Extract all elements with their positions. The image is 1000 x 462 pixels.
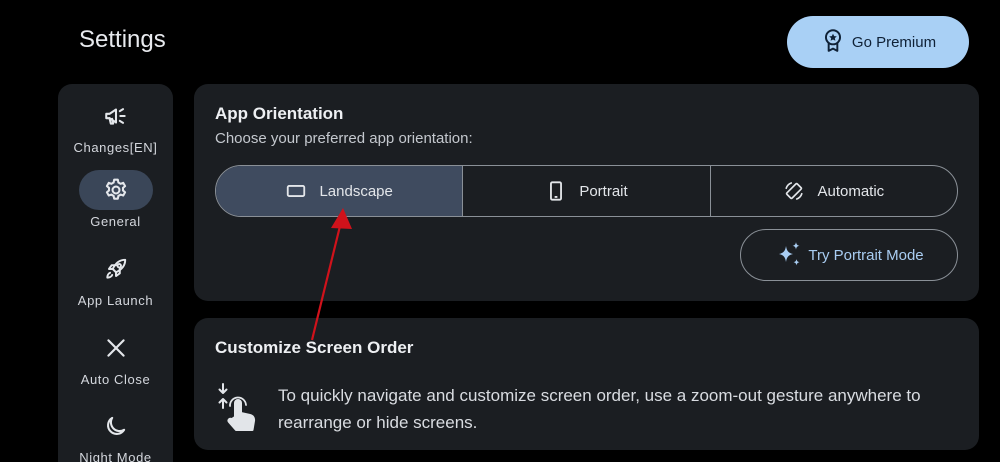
close-icon bbox=[106, 339, 125, 357]
sidebar-item-label: Changes[EN] bbox=[73, 140, 158, 155]
sidebar-item-auto-close[interactable]: Auto Close bbox=[58, 328, 173, 387]
sidebar-item-night-mode[interactable]: Night Mode bbox=[58, 406, 173, 462]
page-title: Settings bbox=[79, 26, 166, 53]
screen-order-description: To quickly navigate and customize screen… bbox=[278, 386, 921, 432]
sidebar-item-label: Auto Close bbox=[80, 372, 151, 387]
landscape-label: Landscape bbox=[319, 182, 393, 200]
sidebar: Changes[EN] General App Launch Auto Clos… bbox=[58, 84, 173, 462]
go-premium-button[interactable]: Go Premium bbox=[787, 16, 969, 68]
automatic-label: Automatic bbox=[817, 182, 885, 200]
sidebar-item-label: App Launch bbox=[77, 293, 154, 308]
landscape-icon bbox=[287, 185, 306, 197]
landscape-option[interactable]: Landscape bbox=[216, 166, 463, 216]
sidebar-item-changes[interactable]: Changes[EN] bbox=[58, 96, 173, 155]
sidebar-icon-wrap bbox=[79, 328, 153, 368]
gear-icon bbox=[105, 178, 126, 200]
sidebar-icon-wrap bbox=[79, 406, 153, 446]
settings-screen: Settings Go Premium Changes[EN] General … bbox=[0, 0, 1000, 462]
sidebar-icon-wrap bbox=[79, 249, 153, 289]
app-orientation-card: App Orientation Choose your preferred ap… bbox=[194, 84, 979, 301]
sidebar-item-app-launch[interactable]: App Launch bbox=[58, 249, 173, 308]
premium-badge-icon bbox=[820, 27, 846, 57]
portrait-icon bbox=[550, 181, 563, 201]
try-portrait-mode-button[interactable]: Try Portrait Mode bbox=[740, 229, 958, 281]
go-premium-label: Go Premium bbox=[851, 33, 937, 51]
customize-screen-order-title: Customize Screen Order bbox=[215, 338, 414, 357]
sparkle-icon bbox=[779, 242, 800, 266]
app-orientation-title: App Orientation bbox=[215, 104, 344, 123]
auto-rotate-icon bbox=[785, 182, 804, 200]
pinch-gesture-icon bbox=[218, 383, 256, 431]
orientation-segmented-control: Landscape Portrait Automatic bbox=[215, 165, 958, 217]
try-portrait-mode-label: Try Portrait Mode bbox=[808, 246, 924, 264]
portrait-label: Portrait bbox=[579, 182, 628, 200]
sidebar-icon-wrap bbox=[79, 96, 153, 136]
rocket-icon bbox=[105, 258, 126, 279]
sidebar-item-label: General bbox=[90, 214, 141, 229]
screen-order-info: To quickly navigate and customize screen… bbox=[214, 382, 978, 436]
sidebar-item-general[interactable]: General bbox=[58, 170, 173, 229]
portrait-option[interactable]: Portrait bbox=[462, 166, 709, 216]
megaphone-icon bbox=[104, 108, 126, 125]
moon-icon bbox=[106, 416, 125, 435]
app-orientation-subtitle: Choose your preferred app orientation: bbox=[215, 130, 473, 147]
sidebar-icon-wrap-active bbox=[78, 170, 153, 210]
automatic-option[interactable]: Automatic bbox=[709, 166, 957, 216]
customize-screen-order-card: Customize Screen Order To quickly naviga… bbox=[194, 318, 979, 450]
sidebar-item-label: Night Mode bbox=[79, 450, 152, 462]
